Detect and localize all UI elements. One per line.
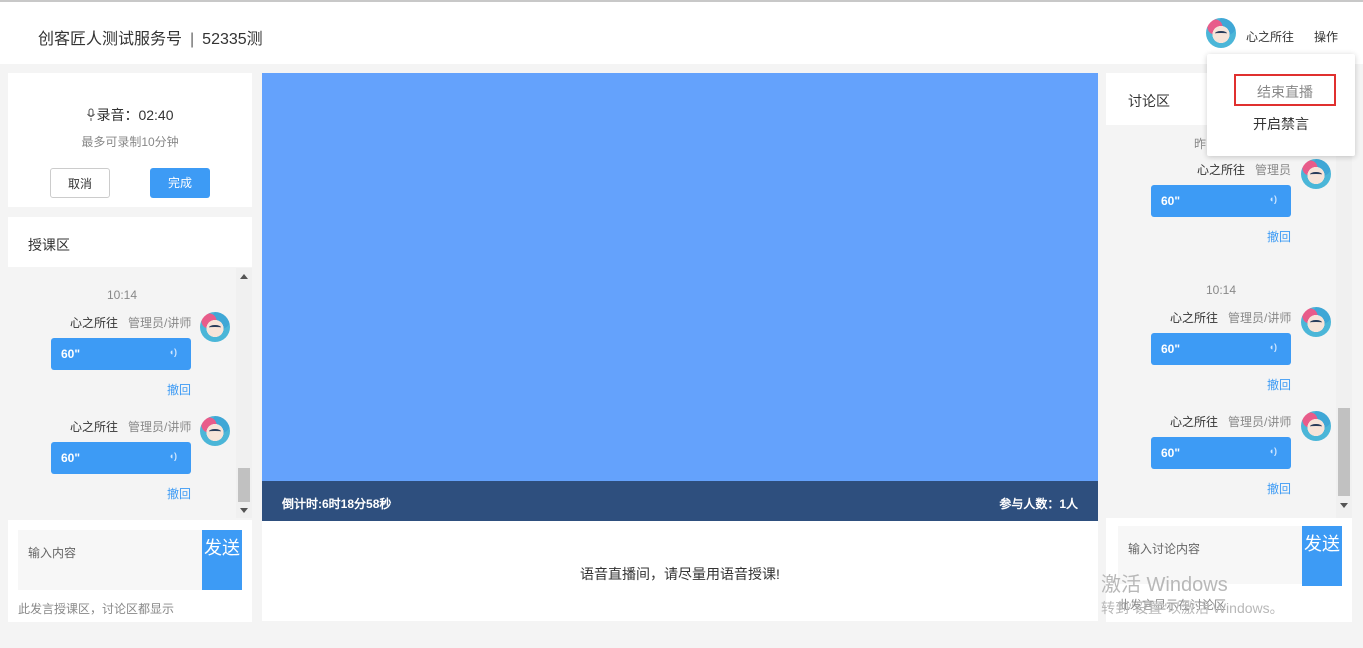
voice-duration: 60" <box>61 451 81 465</box>
participant-count: 参与人数：1人 <box>999 497 1078 511</box>
recorder-panel: 录音：02:40 最多可录制10分钟 取消 完成 <box>8 73 252 207</box>
title-separator: | <box>190 31 195 48</box>
discussion-message-list[interactable]: 昨 心之所往 管理员 60" ◖) 撤回 10:14 心之所往 管理员/讲师 6… <box>1106 126 1336 518</box>
send-button[interactable]: 发送 <box>202 530 242 590</box>
message-username: 心之所往 <box>1170 311 1219 325</box>
message-username: 心之所往 <box>70 420 119 434</box>
recall-link[interactable]: 撤回 <box>167 485 191 502</box>
message-role: 管理员/讲师 <box>128 420 192 434</box>
voice-duration: 60" <box>1161 446 1181 460</box>
recall-link[interactable]: 撤回 <box>1267 376 1291 393</box>
input-placeholder: 输入讨论内容 <box>1128 542 1201 556</box>
recall-link[interactable]: 撤回 <box>1267 228 1291 245</box>
lesson-input-panel: 输入内容 发送 此发言授课区，讨论区都显示 <box>8 520 252 622</box>
voice-message[interactable]: 60" ◖) <box>51 442 191 474</box>
stage-footer: 语音直播间，请尽量用语音授课! <box>262 521 1098 621</box>
enable-mute-menu-item[interactable]: 开启禁言 <box>1207 114 1355 134</box>
stage-status-bar: 倒计时:6时18分58秒 参与人数：1人 <box>262 481 1098 521</box>
input-placeholder: 输入内容 <box>28 546 77 560</box>
message-time: 10:14 <box>1205 283 1237 297</box>
avatar <box>200 416 230 446</box>
message-time: 10:14 <box>106 288 138 302</box>
page-title: 创客匠人测试服务号 | 52335测 <box>38 25 263 49</box>
cancel-button[interactable]: 取消 <box>50 168 110 198</box>
message-role: 管理员/讲师 <box>1228 415 1292 429</box>
scroll-down-icon[interactable] <box>1340 503 1348 508</box>
voice-wave-icon: ◖) <box>1268 446 1277 456</box>
room-name: 52335测 <box>202 31 263 48</box>
avatar <box>200 312 230 342</box>
scrollbar-thumb[interactable] <box>1338 408 1350 496</box>
record-hint: 最多可录制10分钟 <box>81 135 179 149</box>
microphone-icon <box>87 108 96 121</box>
message-role: 管理员/讲师 <box>128 316 192 330</box>
voice-message[interactable]: 60" ◖) <box>1151 185 1291 217</box>
lesson-input[interactable]: 输入内容 <box>18 530 202 590</box>
live-stage <box>262 73 1098 481</box>
message-role: 管理员 <box>1255 163 1292 177</box>
voice-duration: 60" <box>61 347 81 361</box>
voice-wave-icon: ◖) <box>168 347 177 357</box>
discussion-title: 讨论区 <box>1128 93 1170 109</box>
voice-wave-icon: ◖) <box>168 451 177 461</box>
operate-dropdown: 结束直播 开启禁言 <box>1207 54 1355 156</box>
scroll-up-icon[interactable] <box>240 274 248 279</box>
operate-menu-button[interactable]: 操作 <box>1314 28 1338 45</box>
countdown: 倒计时:6时18分58秒 <box>282 497 392 511</box>
message-username: 心之所往 <box>1197 163 1246 177</box>
voice-wave-icon: ◖) <box>1268 194 1277 204</box>
recall-link[interactable]: 撤回 <box>1267 480 1291 497</box>
recall-link[interactable]: 撤回 <box>167 381 191 398</box>
lesson-header: 授课区 <box>8 217 252 267</box>
message-time: 昨 <box>1194 137 1207 151</box>
lesson-scrollbar[interactable] <box>236 268 252 518</box>
avatar <box>1301 307 1331 337</box>
scrollbar-thumb[interactable] <box>238 468 250 502</box>
record-timer: 录音：02:40 <box>96 107 174 123</box>
header: 创客匠人测试服务号 | 52335测 心之所往 操作 <box>0 2 1363 64</box>
record-status: 录音：02:40 <box>8 105 252 125</box>
avatar <box>1301 411 1331 441</box>
voice-message[interactable]: 60" ◖) <box>51 338 191 370</box>
voice-duration: 60" <box>1161 194 1181 208</box>
done-button[interactable]: 完成 <box>150 168 210 198</box>
lesson-input-note: 此发言授课区，讨论区都显示 <box>18 602 175 616</box>
voice-wave-icon: ◖) <box>1268 342 1277 352</box>
lesson-title: 授课区 <box>28 237 70 253</box>
lesson-message-list[interactable]: 10:14 心之所往 管理员/讲师 60" ◖) 撤回 心之所往 管理员/讲师 … <box>8 268 236 518</box>
message-username: 心之所往 <box>70 316 119 330</box>
end-live-menu-item[interactable]: 结束直播 <box>1234 74 1336 106</box>
discussion-scrollbar[interactable] <box>1336 126 1352 518</box>
scroll-down-icon[interactable] <box>240 508 248 513</box>
voice-message[interactable]: 60" ◖) <box>1151 333 1291 365</box>
windows-watermark-subtitle: 转到"设置"以激活 Windows。 <box>1101 600 1284 616</box>
message-role: 管理员/讲师 <box>1228 311 1292 325</box>
voice-tip: 语音直播间，请尽量用语音授课! <box>580 566 780 582</box>
header-username[interactable]: 心之所往 <box>1246 28 1294 45</box>
send-button[interactable]: 发送 <box>1302 526 1342 586</box>
windows-watermark-title: 激活 Windows <box>1101 574 1228 596</box>
account-name: 创客匠人测试服务号 <box>38 31 183 48</box>
avatar[interactable] <box>1206 18 1236 48</box>
avatar <box>1301 159 1331 189</box>
message-username: 心之所往 <box>1170 415 1219 429</box>
voice-message[interactable]: 60" ◖) <box>1151 437 1291 469</box>
voice-duration: 60" <box>1161 342 1181 356</box>
